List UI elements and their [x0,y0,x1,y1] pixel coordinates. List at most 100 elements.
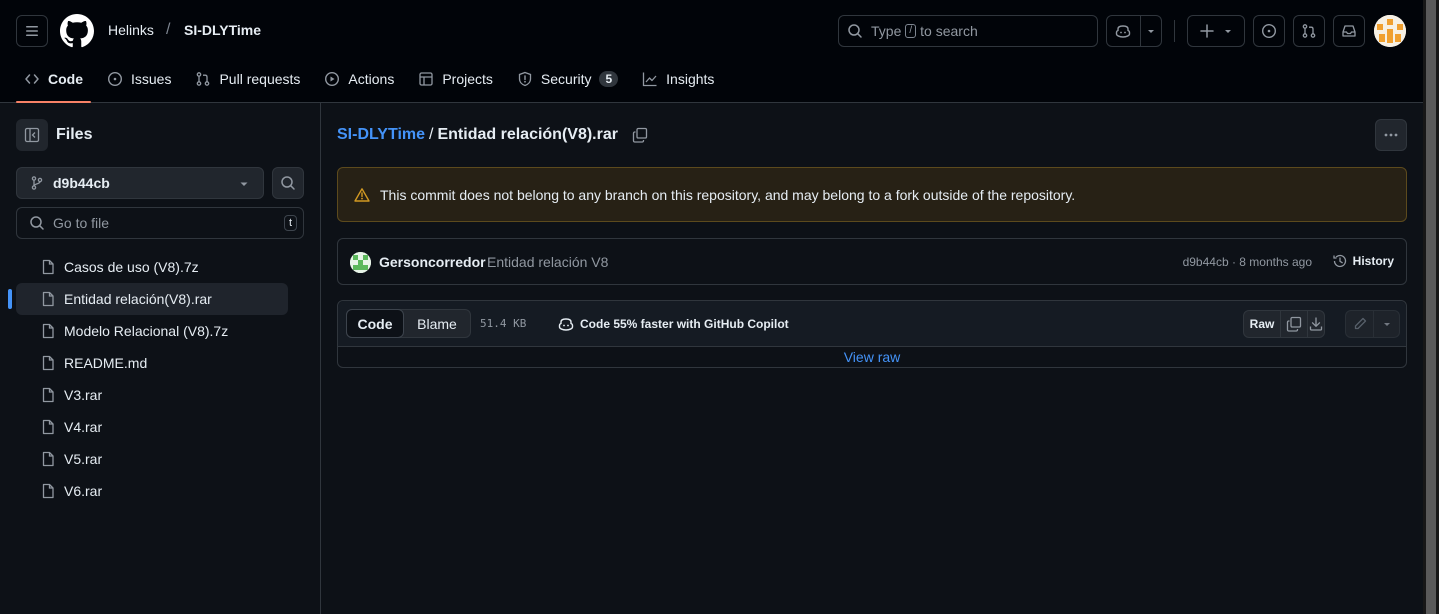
file-name: V4.rar [64,419,103,435]
tab-insights[interactable]: Insights [634,62,722,96]
file-name: V6.rar [64,483,103,499]
view-raw-link[interactable]: View raw [338,349,1406,365]
code-view-button[interactable]: Code [346,309,404,338]
history-label: History [1352,254,1394,268]
chevron-down-icon [1383,323,1390,326]
sidebar-collapse-icon [24,127,40,143]
issues-button[interactable] [1253,15,1285,47]
plus-icon [1200,24,1214,38]
file-item[interactable]: V6.rar [16,475,288,507]
pull-requests-button[interactable] [1293,15,1325,47]
file-icon [42,483,54,499]
search-icon [30,216,44,230]
issue-icon [107,71,123,87]
copilot-icon [558,318,574,331]
search-icon [281,176,295,190]
more-options-button[interactable] [1375,119,1407,151]
file-name: README.md [64,355,148,371]
file-list: Casos de uso (V8).7z Entidad relación(V8… [8,251,288,507]
warning-text: This commit does not belong to any branc… [380,186,1076,203]
raw-button[interactable]: Raw [1244,311,1280,337]
create-new-button[interactable] [1187,15,1245,47]
go-to-file-input[interactable]: Go to file t [16,207,304,239]
header-divider [1174,20,1175,42]
copilot-promo-link[interactable]: Code 55% faster with GitHub Copilot [558,316,789,332]
breadcrumb-repo[interactable]: SI-DLYTime [184,22,261,38]
play-icon [325,71,340,87]
path-file-name: Entidad relación(V8).rar [437,126,618,143]
collapse-sidebar-button[interactable] [16,119,48,151]
copilot-button[interactable] [1106,15,1162,47]
edit-file-button[interactable] [1346,311,1373,337]
file-size: 51.4 KB [480,317,527,330]
download-button[interactable] [1307,311,1324,337]
tab-actions[interactable]: Actions [316,62,402,96]
search-files-button[interactable] [272,167,304,199]
menu-button[interactable] [16,15,48,47]
branch-selector[interactable]: d9b44cb [16,167,264,199]
table-icon [419,72,433,86]
file-item-selected[interactable]: Entidad relación(V8).rar [8,283,288,315]
file-viewer: Code Blame 51.4 KB Code 55% faster with … [337,300,1407,368]
commit-meta[interactable]: d9b44cb · 8 months ago [1183,255,1312,269]
tab-issues[interactable]: Issues [99,62,179,96]
file-item[interactable]: README.md [16,347,288,379]
copy-path-button[interactable] [632,127,648,143]
github-logo-icon[interactable] [60,14,94,48]
blame-view-button[interactable]: Blame [404,310,470,337]
tab-label: Security [540,71,592,87]
branch-icon [31,176,43,190]
breadcrumb-owner[interactable]: Helinks [108,22,154,38]
app-header: Helinks / SI-DLYTime Type / to search Co… [0,0,1423,103]
copilot-icon [1116,25,1131,38]
raw-actions-group: Raw [1243,310,1325,338]
file-item[interactable]: Modelo Relacional (V8).7z [16,315,288,347]
file-name: V3.rar [64,387,103,403]
tab-pull-requests[interactable]: Pull requests [187,62,308,96]
go-to-file-shortcut: t [283,215,297,231]
file-icon [42,419,54,435]
inbox-button[interactable] [1333,15,1365,47]
caret-down-icon [240,182,248,186]
file-icon [42,323,54,339]
file-icon [42,259,54,275]
inbox-icon [1342,25,1356,37]
scrollbar-thumb[interactable] [1426,0,1436,614]
tab-code[interactable]: Code [16,62,91,103]
file-item[interactable]: V3.rar [16,379,288,411]
path-repo-link[interactable]: SI-DLYTime [337,126,425,144]
latest-commit-box: Gersoncorredor Entidad relación V8 d9b44… [337,238,1407,285]
history-button[interactable]: History [1332,253,1394,269]
file-tree-sidebar: Files d9b44cb Go to file t Casos de uso … [0,103,321,614]
file-item[interactable]: V4.rar [16,411,288,443]
file-item[interactable]: Casos de uso (V8).7z [16,251,288,283]
path-separator: / [429,126,434,143]
file-item[interactable]: V5.rar [16,443,288,475]
commit-message[interactable]: Entidad relación V8 [487,254,608,270]
tab-label: Insights [666,71,715,87]
file-name: Casos de uso (V8).7z [64,259,199,275]
tab-label: Pull requests [219,71,301,87]
file-icon [42,387,54,403]
branch-name: d9b44cb [53,175,110,191]
copy-icon [632,127,648,143]
history-icon [1333,254,1346,268]
search-input[interactable]: Type / to search [838,15,1098,47]
commit-author[interactable]: Gersoncorredor [379,254,486,270]
pull-request-icon [1302,24,1316,38]
sidebar-title: Files [56,126,93,143]
alert-icon [354,187,370,202]
edit-options-dropdown[interactable] [1373,311,1399,337]
user-avatar[interactable] [1374,15,1406,47]
tab-projects[interactable]: Projects [410,62,501,96]
chevron-down-icon [1147,30,1154,33]
file-name: Modelo Relacional (V8).7z [64,323,229,339]
page-scrollbar[interactable] [1423,0,1439,614]
pull-request-icon [197,72,210,86]
copy-raw-button[interactable] [1280,311,1307,337]
search-placeholder-before: Type [871,23,902,39]
tab-security[interactable]: Security 5 [509,62,626,96]
author-avatar[interactable] [350,252,371,273]
go-to-file-placeholder: Go to file [53,215,110,231]
issue-icon [1261,23,1277,39]
